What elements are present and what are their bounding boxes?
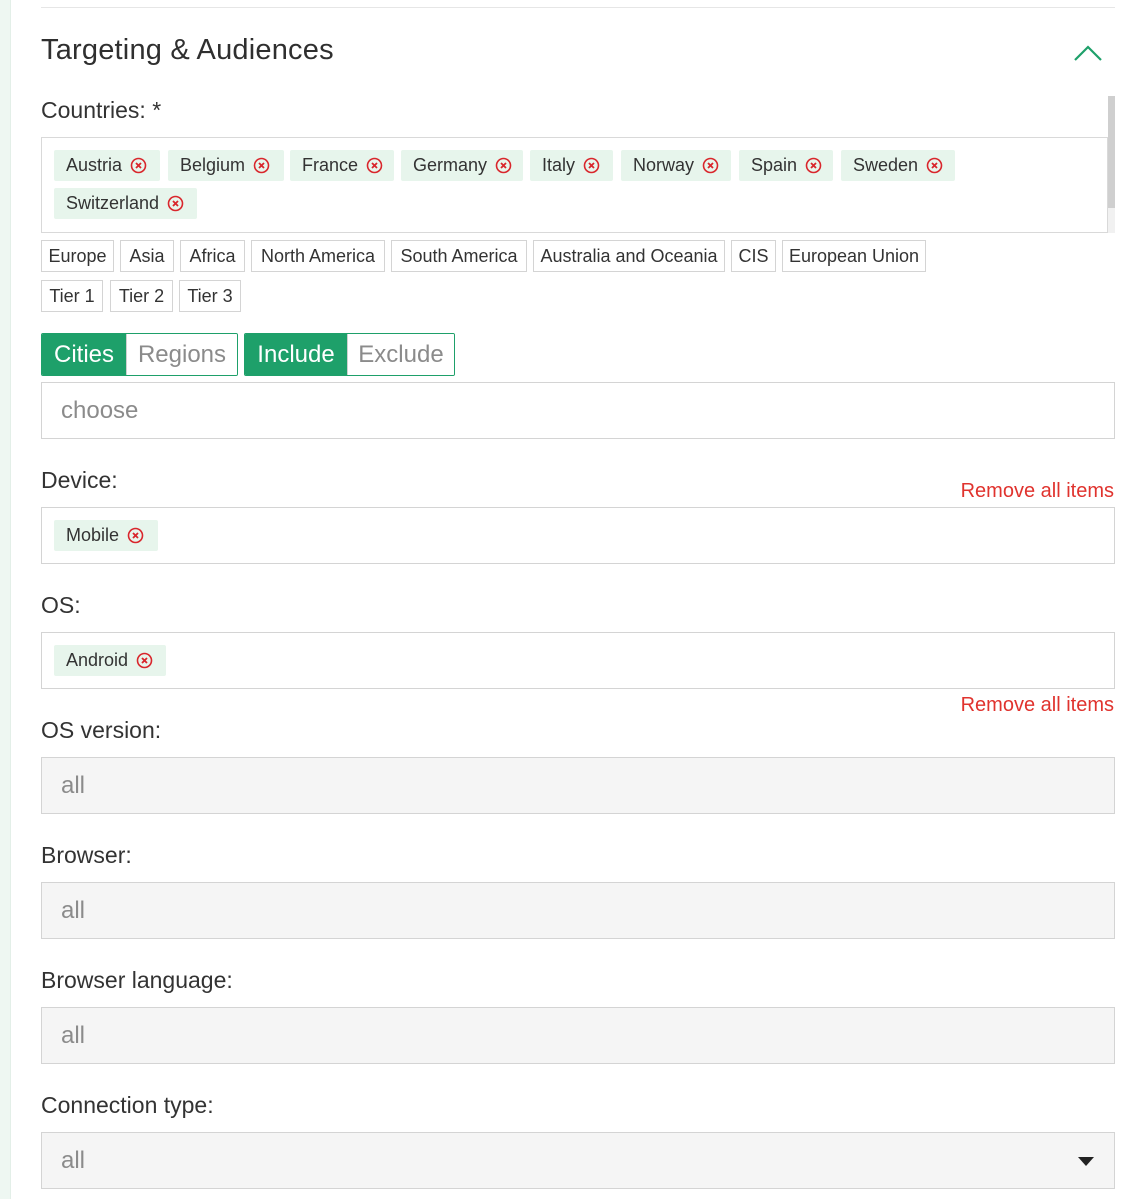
chip-label: Belgium	[180, 155, 246, 175]
connection-type-select[interactable]: all	[41, 1132, 1115, 1189]
remove-chip-icon[interactable]	[702, 157, 719, 174]
os-label: OS:	[41, 592, 81, 618]
device-remove-all-link[interactable]: Remove all items	[961, 480, 1114, 503]
preset-european-union[interactable]: European Union	[782, 240, 926, 272]
chip-country: Switzerland	[54, 188, 197, 219]
preset-tier-2[interactable]: Tier 2	[110, 280, 173, 312]
include-exclude-toggle: Include Exclude	[244, 333, 455, 376]
device-chip-box[interactable]: Mobile	[41, 507, 1115, 564]
browser-label: Browser:	[41, 842, 132, 868]
connection-type-label: Connection type:	[41, 1092, 214, 1118]
chip-country: Austria	[54, 150, 160, 181]
scrollbar-thumb[interactable]	[1108, 96, 1115, 208]
toggle-regions[interactable]: Regions	[126, 334, 237, 375]
remove-chip-icon[interactable]	[583, 157, 600, 174]
chip-label: Norway	[633, 155, 695, 175]
remove-chip-icon[interactable]	[167, 195, 184, 212]
preset-europe[interactable]: Europe	[41, 240, 114, 272]
chip-country: Norway	[621, 150, 731, 181]
section-title: Targeting & Audiences	[41, 34, 334, 66]
preset-north-america[interactable]: North America	[251, 240, 385, 272]
connection-type-value: all	[61, 1147, 86, 1174]
preset-africa[interactable]: Africa	[180, 240, 245, 272]
chip-label: Italy	[542, 155, 576, 175]
collapse-button[interactable]	[1072, 38, 1104, 68]
chip-country: Germany	[401, 150, 523, 181]
chip-device: Mobile	[54, 520, 158, 551]
chip-os: Android	[54, 645, 166, 676]
remove-chip-icon[interactable]	[136, 652, 153, 669]
chip-label: Austria	[66, 155, 123, 175]
remove-chip-icon[interactable]	[805, 157, 822, 174]
chip-country: Italy	[530, 150, 613, 181]
chip-label: Switzerland	[66, 193, 160, 213]
remove-chip-icon[interactable]	[926, 157, 943, 174]
chip-country: Spain	[739, 150, 833, 181]
os-version-input[interactable]: all	[41, 757, 1115, 814]
preset-australia-oceania[interactable]: Australia and Oceania	[533, 240, 725, 272]
toggle-include[interactable]: Include	[245, 334, 347, 375]
remove-chip-icon[interactable]	[495, 157, 512, 174]
geo-level-toggle: Cities Regions	[41, 333, 238, 376]
preset-cis[interactable]: CIS	[731, 240, 776, 272]
browser-language-input[interactable]: all	[41, 1007, 1115, 1064]
chip-country: Sweden	[841, 150, 955, 181]
preset-tier-3[interactable]: Tier 3	[179, 280, 241, 312]
remove-chip-icon[interactable]	[130, 157, 147, 174]
countries-label: Countries: *	[41, 97, 162, 123]
remove-chip-icon[interactable]	[127, 527, 144, 544]
chip-country: Belgium	[168, 150, 284, 181]
geo-choose-input[interactable]: choose	[41, 382, 1115, 439]
left-rail	[0, 0, 11, 1199]
countries-chip-box[interactable]: Austria Belgium France Germany Italy Nor…	[41, 137, 1108, 233]
toggle-cities[interactable]: Cities	[42, 334, 126, 375]
chip-label: Spain	[751, 155, 798, 175]
browser-language-label: Browser language:	[41, 967, 233, 993]
chip-label: Germany	[413, 155, 488, 175]
os-remove-all-link[interactable]: Remove all items	[961, 694, 1114, 717]
os-chip-box[interactable]: Android	[41, 632, 1115, 689]
chip-label: Mobile	[66, 525, 120, 545]
os-version-label: OS version:	[41, 717, 162, 743]
chip-label: Sweden	[853, 155, 919, 175]
preset-tier-1[interactable]: Tier 1	[41, 280, 103, 312]
caret-down-icon	[1078, 1157, 1094, 1166]
chip-label: France	[302, 155, 359, 175]
browser-input[interactable]: all	[41, 882, 1115, 939]
preset-asia[interactable]: Asia	[120, 240, 174, 272]
countries-scrollbar[interactable]	[1108, 96, 1115, 233]
remove-chip-icon[interactable]	[253, 157, 270, 174]
remove-chip-icon[interactable]	[366, 157, 383, 174]
chevron-up-icon	[1074, 45, 1102, 61]
divider	[41, 7, 1115, 8]
chip-country: France	[290, 150, 394, 181]
device-label: Device:	[41, 467, 118, 493]
toggle-exclude[interactable]: Exclude	[347, 334, 454, 375]
preset-south-america[interactable]: South America	[391, 240, 527, 272]
chip-label: Android	[66, 650, 129, 670]
